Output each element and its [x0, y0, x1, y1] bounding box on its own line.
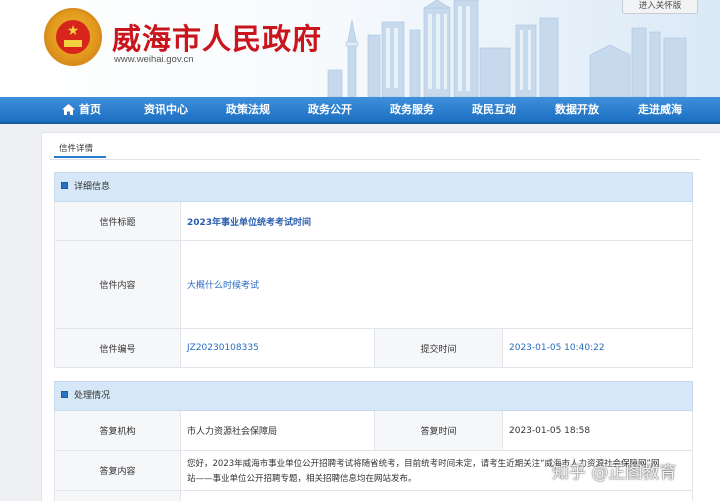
table-row-partial [54, 491, 693, 501]
tab-divider [50, 159, 700, 160]
table-row-letter-content: 信件内容 大概什么时候考试 [54, 241, 693, 329]
partial-label [55, 491, 181, 501]
letter-title-label: 信件标题 [55, 202, 181, 240]
site-title[interactable]: 威海市人民政府 [112, 16, 322, 58]
letter-number-value: JZ20230108335 [181, 329, 375, 367]
nav-item-label: 首页 [79, 103, 101, 116]
section-square-icon [61, 391, 68, 398]
tab-letter-detail[interactable]: 信件详情 [54, 142, 106, 158]
section-header-handling: 处理情况 [54, 381, 693, 411]
reply-org-value: 市人力资源社会保障局 [181, 411, 375, 450]
nav-item-policy[interactable]: 政策法规 [226, 97, 270, 122]
reply-time-value: 2023-01-05 18:58 [509, 425, 591, 436]
nav-item-about-weihai[interactable]: 走进威海 [638, 97, 682, 122]
nav-item-gov-service[interactable]: 政务服务 [390, 97, 434, 122]
main-nav: 首页 资讯中心 政策法规 政务公开 政务服务 政民互动 数据开放 走进威海 [0, 97, 720, 124]
nav-item-interaction[interactable]: 政民互动 [472, 97, 516, 122]
nav-item-news[interactable]: 资讯中心 [144, 97, 188, 122]
nav-item-open-data[interactable]: 数据开放 [555, 97, 599, 122]
section-square-icon [61, 182, 68, 189]
watermark: 知乎 @正图教育 [552, 463, 677, 483]
national-emblem-icon: ★ [44, 8, 102, 66]
city-skyline-illustration [327, 0, 687, 97]
nav-item-gov-affairs[interactable]: 政务公开 [308, 97, 352, 122]
letter-content-value: 大概什么时候考试 [187, 281, 260, 291]
table-row-letter-number: 信件编号 JZ20230108335 提交时间 2023-01-05 10:40… [54, 329, 693, 368]
table-row-letter-title: 信件标题 2023年事业单位统考考试时间 [54, 202, 693, 241]
section-header-detail: 详细信息 [54, 172, 693, 202]
reply-time-label: 答复时间 [375, 411, 503, 450]
home-icon [62, 104, 75, 115]
care-mode-button[interactable]: 进入关怀版 [622, 0, 698, 14]
submit-time-label: 提交时间 [375, 329, 503, 367]
letter-number-label: 信件编号 [55, 329, 181, 367]
letter-title-value: 2023年事业单位统考考试时间 [187, 217, 312, 228]
site-header: ★ 威海市人民政府 www.weihai.gov.cn 进入关怀版 [0, 0, 720, 97]
reply-org-label: 答复机构 [55, 411, 181, 450]
section-title: 详细信息 [74, 182, 111, 192]
reply-content-line: 站——事业单位公开招聘专题，相关招聘信息均在网站发布。 [187, 474, 417, 484]
letter-content-label: 信件内容 [55, 241, 181, 328]
table-row-reply-org: 答复机构 市人力资源社会保障局 答复时间 2023-01-05 18:58 [54, 411, 693, 451]
nav-item-home[interactable]: 首页 [62, 97, 101, 122]
site-url: www.weihai.gov.cn [114, 54, 194, 65]
section-title: 处理情况 [74, 391, 111, 401]
submit-time-value: 2023-01-05 10:40:22 [509, 343, 605, 353]
reply-content-label: 答复内容 [55, 451, 181, 490]
